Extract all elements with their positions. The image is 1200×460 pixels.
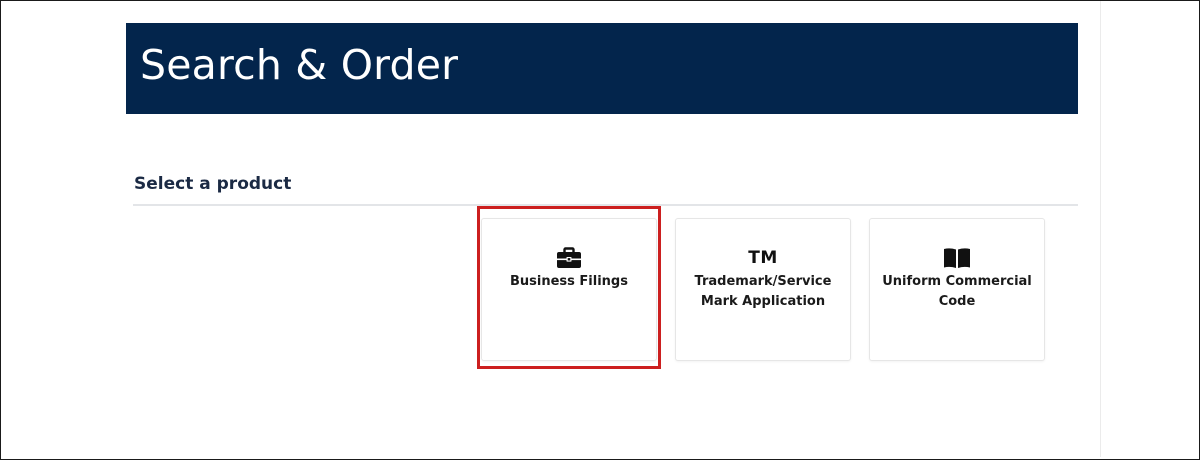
product-card-label: Trademark/Service Mark Application [694,274,832,309]
section-heading: Select a product [134,174,292,194]
product-card-label: Business Filings [510,274,628,289]
product-card-label: Uniform Commercial Code [882,274,1032,309]
product-card-trademark[interactable]: TM Trademark/Service Mark Application [675,218,851,361]
product-card-ucc[interactable]: Uniform Commercial Code [869,218,1045,361]
product-card-business-filings[interactable]: Business Filings [481,218,657,361]
trademark-icon-text: TM [748,248,778,268]
page-title: Search & Order [140,41,459,89]
trademark-icon: TM [676,247,850,269]
book-icon [870,247,1044,269]
page-right-border [1100,1,1101,457]
header-banner: Search & Order [126,23,1078,114]
briefcase-icon [482,247,656,269]
section-divider [133,204,1078,206]
